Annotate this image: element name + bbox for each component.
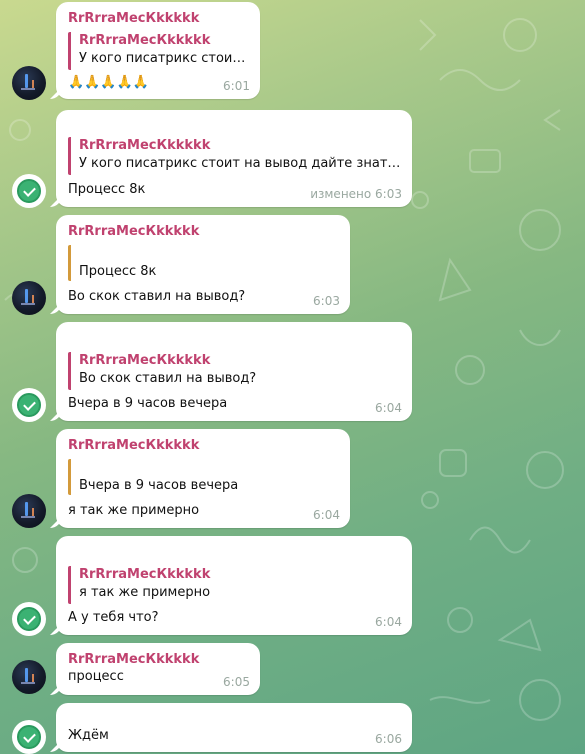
reply-text: У кого писатрикс стоит на вывод дайте зн…	[79, 156, 402, 171]
reply-quote[interactable]: Процесс 8к	[68, 245, 340, 281]
message-text: Вчера в 9 часов вечера	[68, 396, 228, 411]
message-time: 6:03	[313, 294, 340, 308]
verified-check-icon[interactable]	[12, 602, 46, 636]
verified-check-icon[interactable]	[12, 720, 46, 754]
message-bubble[interactable]: RrRrraМесКkkkkk я так же примерно А у те…	[56, 536, 412, 635]
message-text: 🙏🙏🙏🙏🙏	[68, 75, 149, 90]
reply-sender: RrRrraМесКkkkkk	[79, 33, 211, 48]
user-avatar-icon[interactable]	[12, 281, 46, 315]
reply-quote[interactable]: RrRrraМесКkkkkk У кого писатрикс стоит н…	[68, 137, 402, 175]
reply-text: У кого писатрикс стоит на...	[79, 51, 250, 66]
message-bubble[interactable]: RrRrraМесКkkkkk Во скок ставил на вывод?…	[56, 322, 412, 421]
reply-text: Во скок ставил на вывод?	[79, 371, 257, 386]
verified-check-icon[interactable]	[12, 388, 46, 422]
message-time: 6:04	[313, 508, 340, 522]
user-avatar-icon[interactable]	[12, 494, 46, 528]
message-bubble[interactable]: Ждём 6:06	[56, 703, 412, 752]
message-text: процесс	[68, 669, 124, 684]
message-text: А у тебя что?	[68, 610, 159, 625]
message-text: Ждём	[68, 728, 109, 743]
reply-quote[interactable]: RrRrraМесКkkkkk Во скок ставил на вывод?	[68, 352, 402, 390]
reply-quote[interactable]: RrRrraМесКkkkkk я так же примерно	[68, 566, 402, 604]
message-bubble[interactable]: RrRrraМесКkkkkk Вчера в 9 часов вечера я…	[56, 429, 350, 528]
message-time: изменено 6:03	[310, 187, 402, 201]
message-text: я так же примерно	[68, 503, 200, 518]
message-text: Процесс 8к	[68, 182, 146, 197]
reply-sender: RrRrraМесКkkkkk	[79, 138, 211, 153]
sender-name[interactable]: RrRrraМесКkkkkk	[68, 652, 199, 667]
message-time: 6:04	[375, 401, 402, 415]
reply-text: Процесс 8к	[79, 264, 157, 279]
sender-name[interactable]: RrRrraМесКkkkkk	[68, 438, 199, 453]
message-time: 6:05	[223, 675, 250, 689]
message-time: 6:01	[223, 79, 250, 93]
message-text: Во скок ставил на вывод?	[68, 289, 246, 304]
user-avatar-icon[interactable]	[12, 66, 46, 100]
user-avatar-icon[interactable]	[12, 660, 46, 694]
message-time: 6:06	[375, 732, 402, 746]
reply-quote[interactable]: RrRrraМесКkkkkk У кого писатрикс стоит н…	[68, 32, 250, 70]
reply-sender: RrRrraМесКkkkkk	[79, 567, 211, 582]
message-bubble[interactable]: RrRrraМесКkkkkk RrRrraМесКkkkkk У кого п…	[56, 2, 260, 99]
reply-text: я так же примерно	[79, 585, 211, 600]
sender-name[interactable]: RrRrraМесКkkkkk	[68, 224, 199, 239]
reply-text: Вчера в 9 часов вечера	[79, 478, 239, 493]
message-bubble[interactable]: RrRrraМесКkkkkk У кого писатрикс стоит н…	[56, 110, 412, 207]
sender-name[interactable]: RrRrraМесКkkkkk	[68, 11, 199, 26]
reply-quote[interactable]: Вчера в 9 часов вечера	[68, 459, 340, 495]
message-time: 6:04	[375, 615, 402, 629]
message-bubble[interactable]: RrRrraМесКkkkkk Процесс 8к Во скок стави…	[56, 215, 350, 314]
reply-sender: RrRrraМесКkkkkk	[79, 353, 211, 368]
message-bubble[interactable]: RrRrraМесКkkkkk процесс 6:05	[56, 643, 260, 695]
verified-check-icon[interactable]	[12, 174, 46, 208]
